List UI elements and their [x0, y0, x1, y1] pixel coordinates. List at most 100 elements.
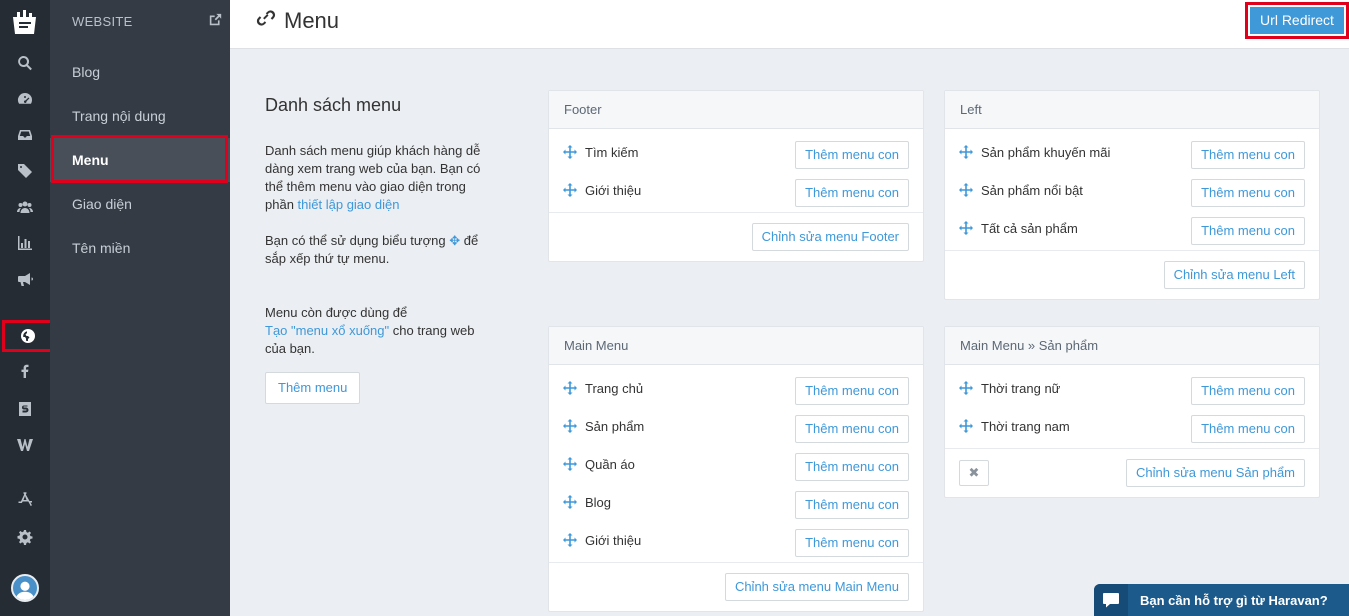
- drag-handle-icon[interactable]: [563, 419, 577, 433]
- page-title: Menu: [256, 8, 339, 34]
- sidebar-header: WEBSITE: [50, 0, 230, 42]
- card-body: Trang chủ Thêm menu con Sản phẩm Thêm me…: [549, 365, 923, 563]
- redirect-highlight: Url Redirect: [1245, 2, 1349, 39]
- facebook-icon[interactable]: [0, 356, 50, 386]
- card-body: Tìm kiếm Thêm menu con Giới thiệu Thêm m…: [549, 129, 923, 213]
- dropdown-menu-link[interactable]: Tạo "menu xổ xuống": [265, 323, 389, 338]
- card-title: Main Menu: [549, 327, 923, 365]
- avatar-icon: [11, 574, 39, 602]
- move-icon: ✥: [449, 233, 461, 248]
- drag-handle-icon[interactable]: [563, 145, 577, 159]
- url-redirect-button[interactable]: Url Redirect: [1250, 7, 1344, 34]
- drag-handle-icon[interactable]: [959, 183, 973, 197]
- add-submenu-button[interactable]: Thêm menu con: [795, 141, 909, 169]
- globe-icon[interactable]: [2, 320, 54, 352]
- intro-paragraph-3: Menu còn được dùng để Tạo "menu xổ xuống…: [265, 305, 475, 356]
- menu-item-label: Thời trang nam: [981, 418, 1070, 434]
- edit-products-menu-button[interactable]: Chỉnh sửa menu Sản phẩm: [1125, 459, 1305, 487]
- sidebar-item-themes[interactable]: Giao diện: [50, 182, 230, 226]
- menu-item: Sản phẩm Thêm menu con: [563, 410, 909, 448]
- card-body: Sản phẩm khuyến mãi Thêm menu con Sản ph…: [945, 129, 1319, 251]
- users-icon[interactable]: [0, 192, 50, 222]
- add-submenu-button[interactable]: Thêm menu con: [1191, 179, 1305, 207]
- w-icon[interactable]: [0, 430, 50, 460]
- delete-menu-button[interactable]: ✖: [959, 460, 989, 486]
- intro-heading: Danh sách menu: [265, 95, 402, 115]
- menu-item: Giới thiệu Thêm menu con: [563, 524, 909, 562]
- menu-card-left: Left Sản phẩm khuyến mãi Thêm menu con S…: [944, 90, 1320, 300]
- menu-item-label: Sản phẩm khuyến mãi: [981, 144, 1111, 160]
- drag-handle-icon[interactable]: [959, 221, 973, 235]
- card-footer: Chỉnh sửa menu Left: [945, 251, 1319, 299]
- drag-handle-icon[interactable]: [563, 457, 577, 471]
- add-submenu-button[interactable]: Thêm menu con: [1191, 415, 1305, 443]
- menu-card-footer: Footer Tìm kiếm Thêm menu con Giới thiệu…: [548, 90, 924, 262]
- sidebar-item-pages[interactable]: Trang nội dung: [50, 94, 230, 138]
- drag-handle-icon[interactable]: [563, 495, 577, 509]
- add-submenu-button[interactable]: Thêm menu con: [795, 491, 909, 519]
- drag-handle-icon[interactable]: [959, 419, 973, 433]
- sidebar-item-domains[interactable]: Tên miền: [50, 226, 230, 270]
- support-chat-label: Bạn cần hỗ trợ gì từ Haravan?: [1140, 592, 1328, 608]
- add-submenu-button[interactable]: Thêm menu con: [1191, 141, 1305, 169]
- edit-footer-menu-button[interactable]: Chỉnh sửa menu Footer: [751, 223, 909, 251]
- edit-left-menu-button[interactable]: Chỉnh sửa menu Left: [1163, 261, 1305, 289]
- add-submenu-button[interactable]: Thêm menu con: [795, 179, 909, 207]
- intro-paragraph-2: Bạn có thể sử dụng biểu tượng ✥ để sắp x…: [265, 233, 479, 266]
- add-submenu-button[interactable]: Thêm menu con: [795, 529, 909, 557]
- sidebar-item-blog[interactable]: Blog: [50, 50, 230, 94]
- edit-main-menu-button[interactable]: Chỉnh sửa menu Main Menu: [724, 573, 909, 601]
- add-submenu-button[interactable]: Thêm menu con: [1191, 217, 1305, 245]
- close-icon: ✖: [968, 465, 980, 480]
- menu-item-label: Blog: [585, 494, 612, 510]
- inbox-icon[interactable]: [0, 120, 50, 150]
- dashboard-icon[interactable]: [0, 84, 50, 114]
- app-store-icon[interactable]: [0, 484, 50, 514]
- gear-icon[interactable]: [0, 522, 50, 552]
- sidebar-item-menu[interactable]: Menu: [50, 135, 230, 183]
- menu-item: Sản phẩm khuyến mãi Thêm menu con: [959, 136, 1305, 174]
- tag-icon[interactable]: [0, 156, 50, 186]
- drag-handle-icon[interactable]: [563, 381, 577, 395]
- card-body: Thời trang nữ Thêm menu con Thời trang n…: [945, 365, 1319, 449]
- card-footer: ✖ Chỉnh sửa menu Sản phẩm: [945, 449, 1319, 497]
- menu-item: Tất cả sản phẩm Thêm menu con: [959, 212, 1305, 250]
- menu-item-label: Sản phẩm: [585, 418, 645, 434]
- menu-item-label: Thời trang nữ: [981, 380, 1061, 396]
- s-icon[interactable]: [0, 394, 50, 424]
- card-title: Main Menu » Sản phẩm: [945, 327, 1319, 365]
- chat-bubble-icon: [1094, 584, 1128, 616]
- menu-card-main: Main Menu Trang chủ Thêm menu con Sản ph…: [548, 326, 924, 612]
- add-submenu-button[interactable]: Thêm menu con: [1191, 377, 1305, 405]
- megaphone-icon[interactable]: [0, 264, 50, 294]
- logo-icon[interactable]: [0, 4, 50, 40]
- card-footer: Chỉnh sửa menu Main Menu: [549, 563, 923, 611]
- chart-icon[interactable]: [0, 228, 50, 258]
- external-link-icon[interactable]: [209, 13, 222, 29]
- drag-handle-icon[interactable]: [959, 381, 973, 395]
- menu-item: Giới thiệu Thêm menu con: [563, 174, 909, 212]
- theme-settings-link[interactable]: thiết lập giao diện: [298, 197, 400, 212]
- add-submenu-button[interactable]: Thêm menu con: [795, 377, 909, 405]
- sidebar-header-label: WEBSITE: [72, 13, 133, 29]
- menu-card-products: Main Menu » Sản phẩm Thời trang nữ Thêm …: [944, 326, 1320, 498]
- search-icon[interactable]: [0, 48, 50, 78]
- add-submenu-button[interactable]: Thêm menu con: [795, 415, 909, 443]
- intro-paragraph-1: Danh sách menu giúp khách hàng dễ dàng x…: [265, 143, 481, 212]
- add-menu-button[interactable]: Thêm menu: [265, 372, 361, 404]
- menu-item: Trang chủ Thêm menu con: [563, 372, 909, 410]
- drag-handle-icon[interactable]: [563, 533, 577, 547]
- support-chat-widget[interactable]: Bạn cần hỗ trợ gì từ Haravan?: [1094, 584, 1349, 616]
- menu-item-label: Quần áo: [585, 456, 635, 472]
- drag-handle-icon[interactable]: [563, 183, 577, 197]
- menu-item: Quần áo Thêm menu con: [563, 448, 909, 486]
- menu-item: Thời trang nam Thêm menu con: [959, 410, 1305, 448]
- avatar[interactable]: [0, 572, 50, 604]
- menu-item-label: Giới thiệu: [585, 182, 642, 198]
- add-submenu-button[interactable]: Thêm menu con: [795, 453, 909, 481]
- drag-handle-icon[interactable]: [959, 145, 973, 159]
- link-icon: [256, 8, 284, 34]
- website-sidebar: WEBSITE Blog Trang nội dung Menu Giao di…: [50, 0, 230, 616]
- menu-item: Sản phẩm nổi bật Thêm menu con: [959, 174, 1305, 212]
- intro-panel: Danh sách menu Danh sách menu giúp khách…: [265, 96, 495, 404]
